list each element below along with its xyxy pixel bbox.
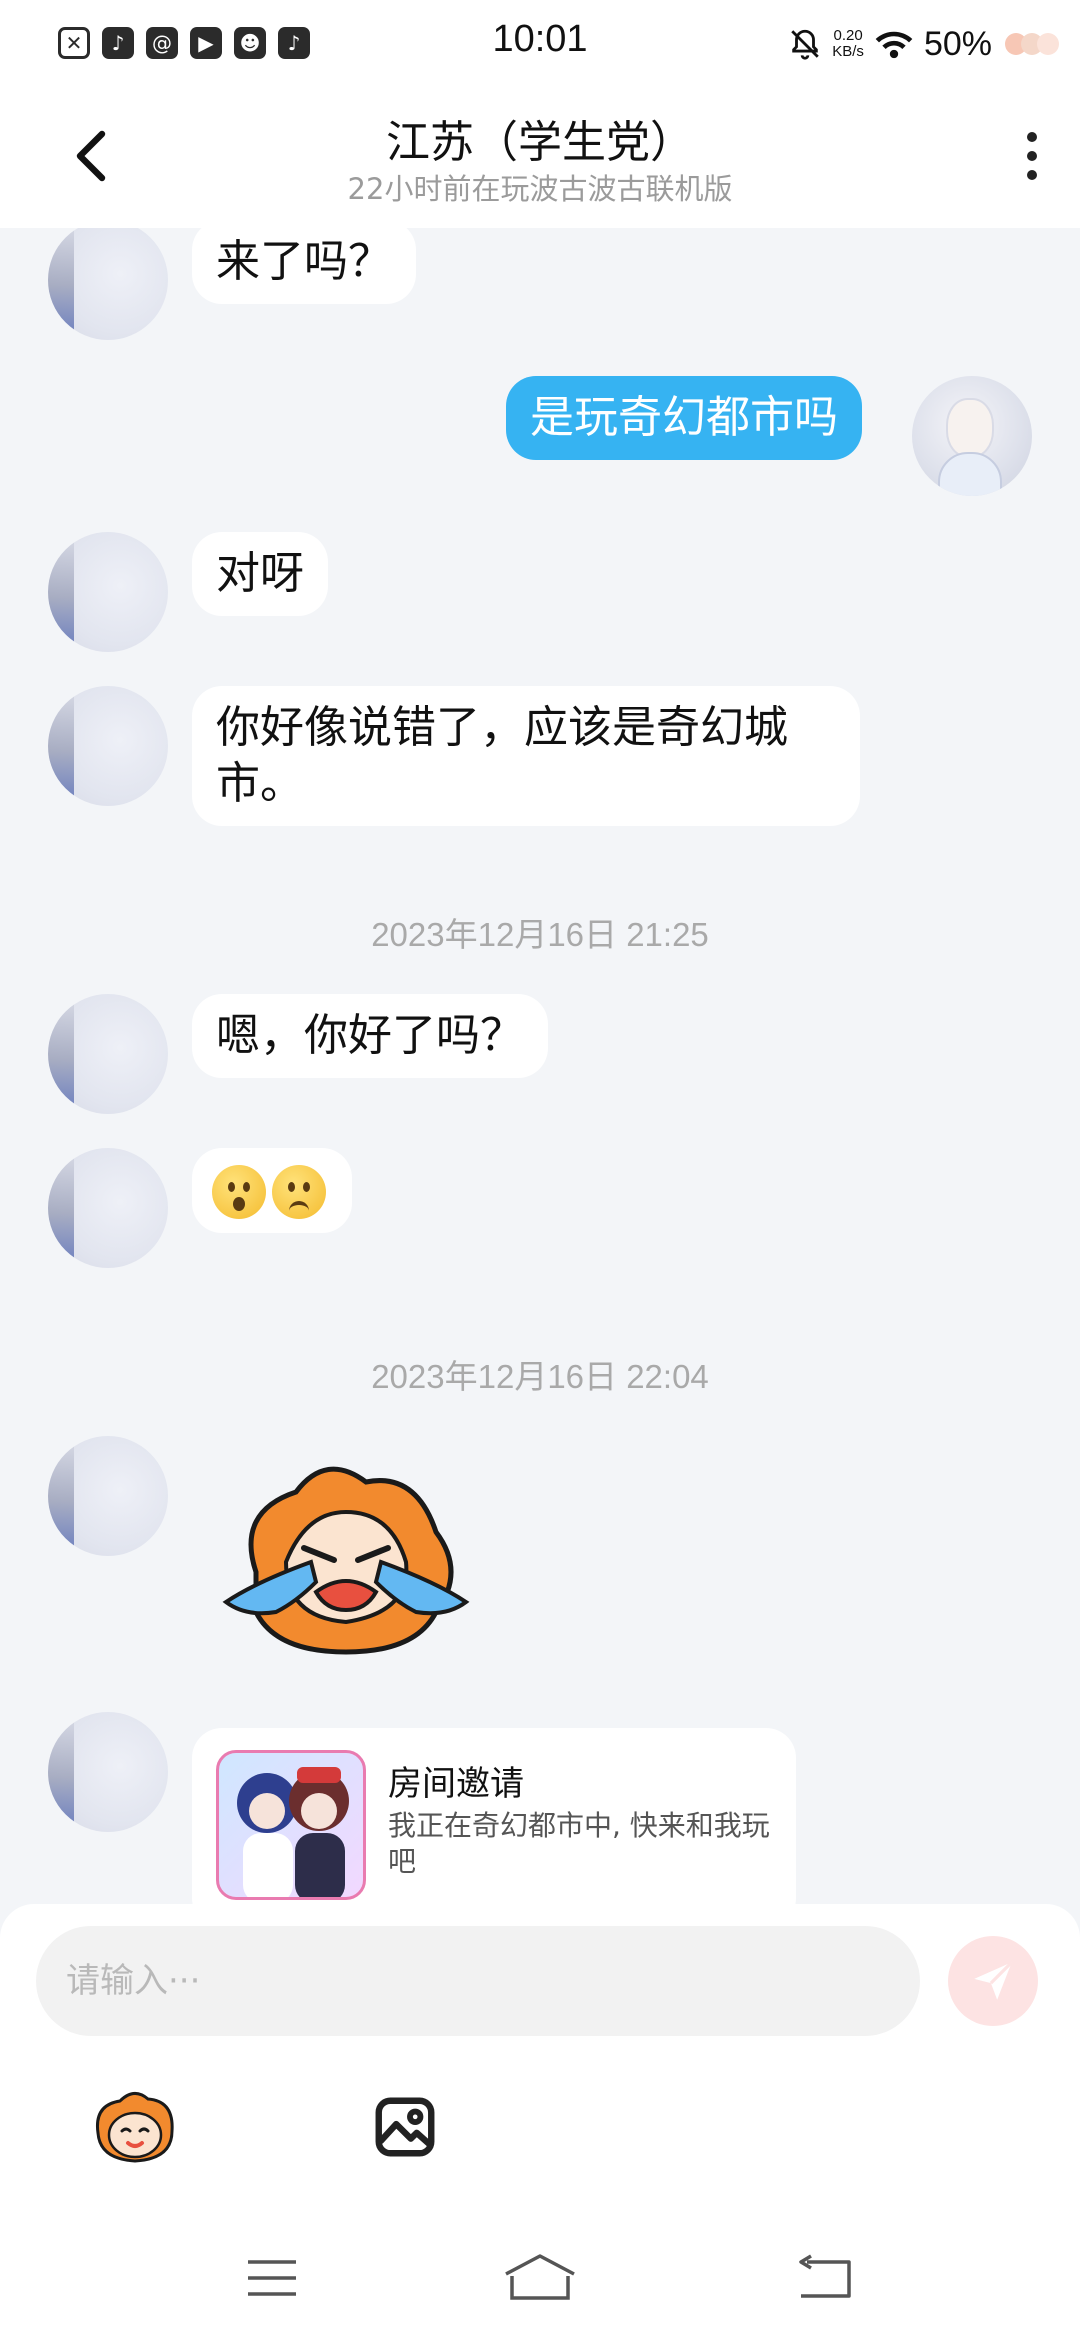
back-nav-button[interactable] — [784, 2238, 864, 2318]
bell-off-icon — [791, 29, 820, 60]
timestamp: 2023年12月16日 22:04 — [371, 1358, 709, 1395]
message-bubble[interactable]: 嗯，你好了吗？ — [192, 994, 548, 1078]
message-bubble[interactable]: 你好像说错了，应该是奇幻城 市。 — [192, 686, 860, 826]
more-options-button[interactable] — [1012, 124, 1052, 188]
back-arrow-icon — [799, 2254, 851, 2298]
message-bubble[interactable]: 来了吗？ — [192, 228, 416, 304]
chat-subtitle: 22小时前在玩波古波古联机版 — [347, 172, 733, 206]
send-icon — [974, 1961, 1013, 2000]
game-cover-image — [216, 1750, 366, 1900]
send-button[interactable] — [948, 1936, 1038, 2026]
message-list[interactable]: 来了吗？ 是玩奇幻都市吗 对呀 你好像说错了，应该是奇幻城 市。 2023年12… — [0, 228, 1080, 1904]
image-icon — [375, 2097, 435, 2157]
contact-avatar[interactable] — [48, 686, 168, 806]
home-button[interactable] — [500, 2238, 580, 2318]
contact-avatar[interactable] — [48, 1436, 168, 1556]
my-message-bubble[interactable]: 是玩奇幻都市吗 — [506, 376, 862, 460]
invite-description: 我正在奇幻都市中, 快来和我玩吧 — [388, 1809, 770, 1878]
chat-title: 江苏（学生党） — [386, 117, 694, 168]
contact-avatar[interactable] — [48, 532, 168, 652]
contact-avatar[interactable] — [48, 1712, 168, 1832]
wifi-icon — [875, 31, 913, 59]
home-icon — [505, 2254, 575, 2300]
menu-button[interactable] — [232, 2238, 312, 2318]
sticker-button[interactable] — [90, 2082, 180, 2172]
invite-title: 房间邀请 — [388, 1764, 524, 1804]
contact-avatar[interactable] — [48, 994, 168, 1114]
system-navigation-bar — [0, 2218, 1080, 2340]
mascot-sticker-icon — [95, 2092, 174, 2163]
timestamp: 2023年12月16日 21:25 — [371, 916, 709, 953]
battery-icon — [1005, 33, 1059, 55]
room-invite-card[interactable]: 房间邀请 我正在奇幻都市中, 快来和我玩吧 — [192, 1728, 796, 1904]
menu-icon — [248, 2260, 296, 2296]
contact-avatar[interactable] — [48, 228, 168, 340]
network-speed: 0.20 KB/s — [832, 27, 864, 60]
status-bar: ✕ ♪ @ ▶ ☻ ♪ 10:01 0.20 KB/s 50% — [0, 0, 1080, 84]
message-bubble[interactable]: 对呀 — [192, 532, 328, 616]
astonished-face-icon — [212, 1165, 266, 1219]
more-icon — [1027, 132, 1037, 142]
slightly-frowning-face-icon — [272, 1165, 326, 1219]
emoji-message-bubble[interactable] — [192, 1148, 352, 1233]
crying-mascot-sticker[interactable] — [216, 1452, 476, 1662]
chat-header: 江苏（学生党） 22小时前在玩波古波古联机版 — [0, 84, 1080, 228]
battery-percent: 50% — [923, 24, 992, 63]
message-input[interactable] — [36, 1926, 920, 2036]
my-avatar[interactable] — [912, 376, 1032, 496]
image-button[interactable] — [360, 2082, 450, 2172]
contact-avatar[interactable] — [48, 1148, 168, 1268]
